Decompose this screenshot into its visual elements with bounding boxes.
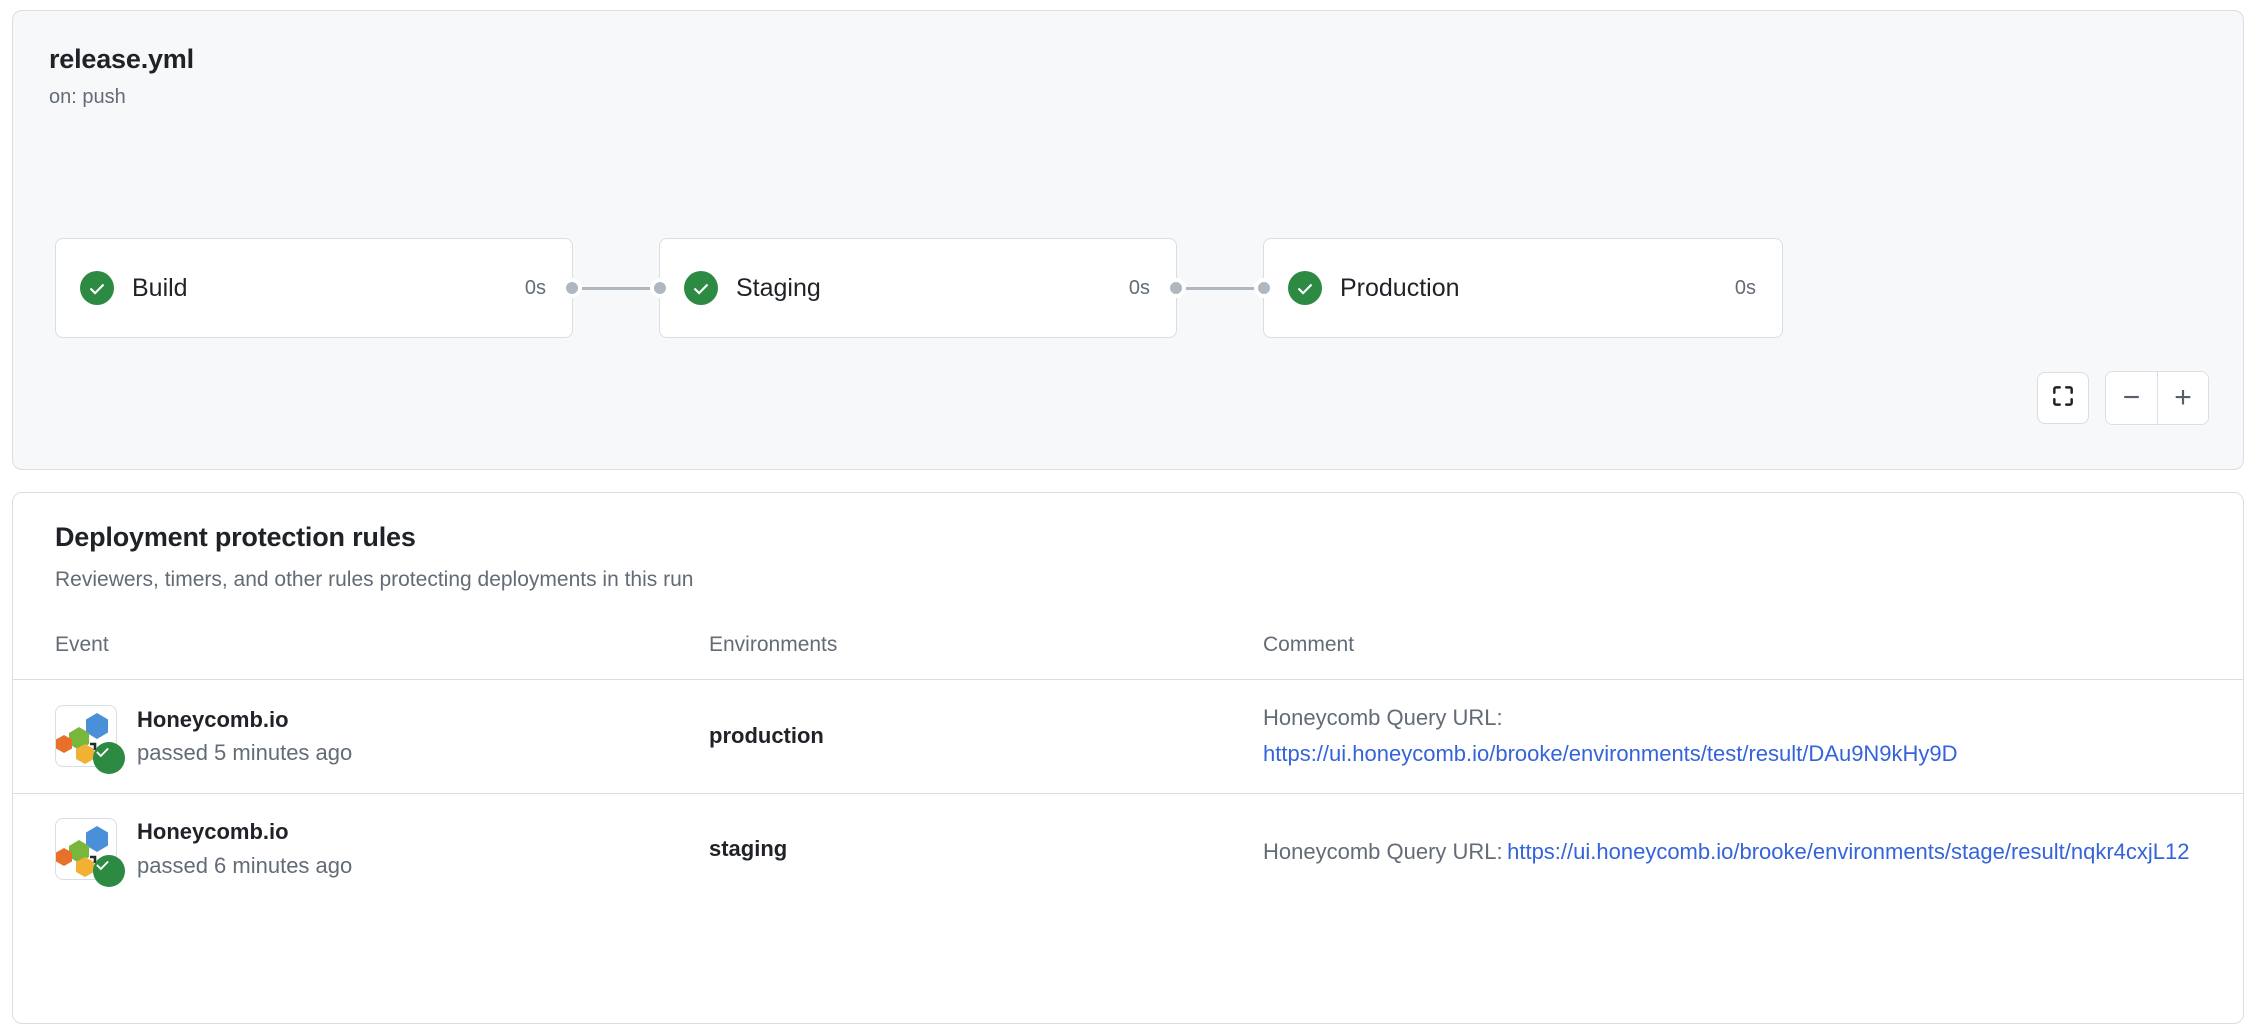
rules-table: Event Environments Comment	[13, 593, 2243, 904]
check-circle-icon	[93, 742, 125, 774]
workflow-trigger: on: push	[49, 85, 2207, 109]
column-header-comment: Comment	[1263, 593, 2243, 680]
comment-cell: Honeycomb Query URL: https://ui.honeycom…	[1263, 679, 2243, 793]
workflow-node-label: Production	[1340, 276, 1460, 301]
check-circle-icon	[80, 271, 114, 305]
event-cell: Honeycomb.io passed 5 minutes ago	[13, 679, 709, 793]
workflow-node-label: Staging	[736, 276, 821, 301]
table-row: Honeycomb.io passed 6 minutes ago stagin…	[13, 793, 2243, 904]
comment-label: Honeycomb Query URL:	[1263, 839, 1503, 864]
rules-subtitle: Reviewers, timers, and other rules prote…	[55, 567, 2201, 592]
honeycomb-query-url-link[interactable]: https://ui.honeycomb.io/brooke/environme…	[1263, 740, 1958, 769]
workflow-run-page: release.yml on: push Build 0s	[0, 0, 2256, 1024]
zoom-out-button[interactable]: −	[2106, 372, 2157, 424]
zoom-in-button[interactable]: +	[2157, 372, 2208, 424]
check-circle-icon	[684, 271, 718, 305]
event-status: passed 5 minutes ago	[137, 739, 352, 767]
rules-header: Deployment protection rules Reviewers, t…	[13, 493, 2243, 593]
node-output-handle-build[interactable]	[562, 278, 582, 298]
honeycomb-logo-icon	[55, 705, 117, 767]
honeycomb-query-url-link[interactable]: https://ui.honeycomb.io/brooke/environme…	[1507, 838, 2189, 867]
node-input-handle-staging[interactable]	[650, 278, 670, 298]
event-status: passed 6 minutes ago	[137, 852, 352, 880]
rules-table-head: Event Environments Comment	[13, 593, 2243, 680]
workflow-graph-panel: release.yml on: push Build 0s	[12, 10, 2244, 470]
event-name: Honeycomb.io	[137, 819, 289, 844]
environment-cell: production	[709, 679, 1263, 793]
graph-zoom-controls: − +	[2037, 371, 2209, 425]
workflow-node-build[interactable]: Build 0s	[55, 238, 573, 338]
zoom-button-group: − +	[2105, 371, 2209, 425]
table-header-row: Event Environments Comment	[13, 593, 2243, 680]
workflow-edge-build-staging	[573, 287, 659, 290]
rules-table-body: Honeycomb.io passed 5 minutes ago produc…	[13, 679, 2243, 904]
node-output-handle-staging[interactable]	[1166, 278, 1186, 298]
workflow-node-staging[interactable]: Staging 0s	[659, 238, 1177, 338]
column-header-environments: Environments	[709, 593, 1263, 680]
node-input-handle-production[interactable]	[1254, 278, 1274, 298]
event-name: Honeycomb.io	[137, 707, 289, 732]
rules-title: Deployment protection rules	[55, 521, 2201, 553]
column-header-event: Event	[13, 593, 709, 680]
comment-label: Honeycomb Query URL:	[1263, 705, 1503, 730]
fit-screen-icon	[2050, 383, 2076, 414]
workflow-node-production[interactable]: Production 0s	[1263, 238, 1783, 338]
table-row: Honeycomb.io passed 5 minutes ago produc…	[13, 679, 2243, 793]
workflow-node-duration: 0s	[1129, 278, 1150, 298]
workflow-node-label: Build	[132, 276, 188, 301]
environment-cell: staging	[709, 793, 1263, 904]
event-cell: Honeycomb.io passed 6 minutes ago	[13, 793, 709, 904]
environment-name: production	[709, 723, 824, 748]
workflow-title: release.yml	[49, 43, 2207, 75]
environment-name: staging	[709, 836, 787, 861]
check-circle-icon	[93, 855, 125, 887]
workflow-node-duration: 0s	[1735, 278, 1756, 298]
deployment-protection-rules-panel: Deployment protection rules Reviewers, t…	[12, 492, 2244, 1024]
comment-cell: Honeycomb Query URL: https://ui.honeycom…	[1263, 793, 2243, 904]
honeycomb-logo-icon	[55, 818, 117, 880]
fit-view-button[interactable]	[2037, 372, 2089, 424]
check-circle-icon	[1288, 271, 1322, 305]
workflow-edge-staging-production	[1177, 287, 1263, 290]
workflow-node-duration: 0s	[525, 278, 546, 298]
workflow-graph-canvas[interactable]: Build 0s Staging 0s	[13, 233, 2243, 343]
